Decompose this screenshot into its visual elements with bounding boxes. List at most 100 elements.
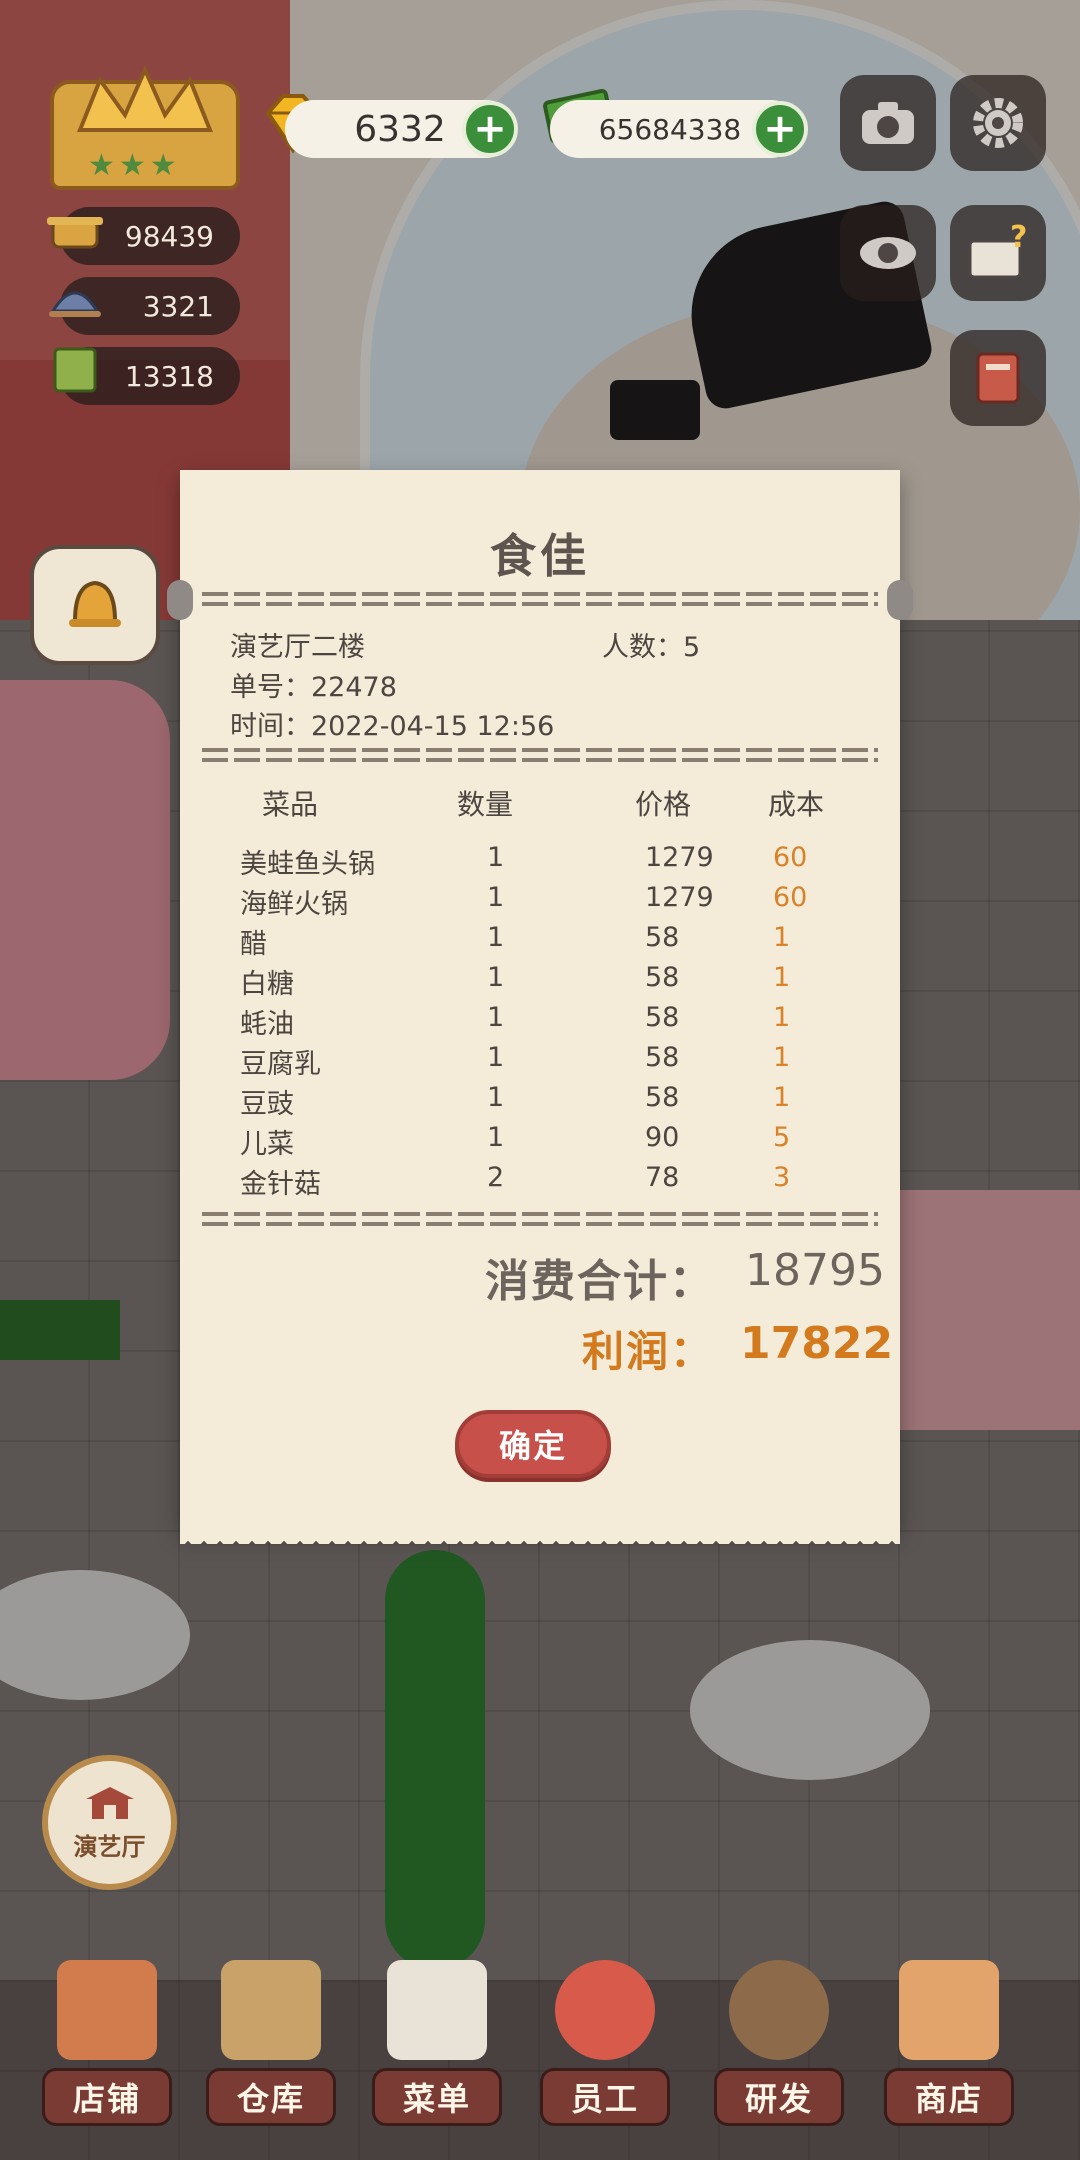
item-cost: 1 (773, 1082, 791, 1113)
receipt-order-no: 单号：22478 (230, 672, 397, 703)
item-dish: 醋 (240, 929, 267, 960)
market-stall-icon (899, 1960, 999, 2060)
confirm-button[interactable]: 确定 (455, 1410, 611, 1478)
receipt-guests: 人数：5 (602, 632, 701, 663)
plus-icon: + (763, 106, 797, 152)
crown-badge-icon[interactable]: ★★★ (40, 60, 250, 190)
item-qty: 1 (487, 1122, 505, 1153)
plus-icon: + (473, 106, 507, 152)
item-dish: 金针菇 (240, 1169, 321, 1200)
item-dish: 蚝油 (240, 1009, 294, 1040)
clipboard-icon (387, 1960, 487, 2060)
item-dish: 白糖 (240, 969, 294, 1000)
bell-icon (69, 580, 121, 627)
eye-icon (860, 237, 916, 269)
item-cost: 60 (773, 842, 808, 873)
svg-text:?: ? (1010, 223, 1027, 255)
profit-value: 17822 (740, 1318, 894, 1369)
settings-button[interactable] (950, 75, 1046, 171)
receipt-location: 演艺厅二楼 (230, 632, 365, 663)
nav-label: 商店 (884, 2068, 1014, 2126)
item-price: 1279 (645, 882, 714, 913)
receipt-notch (167, 580, 193, 620)
item-qty: 2 (487, 1162, 505, 1193)
item-price: 58 (645, 1082, 680, 1113)
receipt-time: 时间：2022-04-15 12:56 (230, 711, 555, 742)
recipe-book-button[interactable] (950, 330, 1046, 426)
item-cost: 60 (773, 882, 808, 913)
item-qty: 1 (487, 962, 505, 993)
profit-label: 利润： (582, 1327, 715, 1376)
add-gems-button[interactable]: + (462, 101, 518, 157)
item-qty: 1 (487, 1082, 505, 1113)
guide-button[interactable]: ? (950, 205, 1046, 301)
item-price: 58 (645, 922, 680, 953)
item-dish: 海鲜火锅 (240, 889, 348, 920)
item-cost: 5 (773, 1122, 791, 1153)
building-icon (85, 1787, 134, 1819)
nav-label: 店铺 (42, 2068, 172, 2126)
item-price: 58 (645, 962, 680, 993)
item-dish: 豆腐乳 (240, 1049, 321, 1080)
column-header-price: 价格 (635, 788, 692, 821)
nav-store-button[interactable]: 商店 (884, 1960, 1014, 2140)
column-header-qty: 数量 (457, 788, 514, 821)
receipt-title: 食佳 (490, 529, 590, 583)
nav-shop-button[interactable]: 店铺 (42, 1960, 172, 2140)
item-qty: 1 (487, 882, 505, 913)
crates-icon (221, 1960, 321, 2060)
item-cost: 1 (773, 962, 791, 993)
camera-icon (862, 102, 914, 144)
item-cost: 1 (773, 1002, 791, 1033)
service-bell-button[interactable] (30, 545, 160, 665)
floor-label: 演艺厅 (73, 1833, 146, 1861)
item-price: 58 (645, 1042, 680, 1073)
item-qty: 1 (487, 1002, 505, 1033)
book-icon (53, 347, 97, 393)
receipt-divider (202, 592, 878, 608)
receipt-dialog: 食佳 演艺厅二楼 人数：5 单号：22478 时间：2022-04-15 12:… (167, 470, 913, 1544)
storefront-icon (57, 1960, 157, 2060)
item-qty: 1 (487, 842, 505, 873)
floor-switch-button[interactable]: 演艺厅 (42, 1755, 177, 1890)
column-header-cost: 成本 (768, 788, 825, 821)
wok-icon (729, 1960, 829, 2060)
cloche-icon (49, 291, 101, 317)
total-label: 消费合计： (485, 1256, 715, 1307)
item-price: 90 (645, 1122, 680, 1153)
stat-book-value: 13318 (124, 359, 214, 393)
item-qty: 1 (487, 922, 505, 953)
stat-pot-value: 98439 (124, 219, 214, 253)
gear-icon (973, 98, 1023, 148)
recipe-book-icon (976, 352, 1020, 404)
item-dish: 美蛙鱼头锅 (240, 849, 375, 880)
staff-avatar-icon (555, 1960, 655, 2060)
pot-icon (47, 217, 103, 249)
receipt-notch (887, 580, 913, 620)
nav-label: 仓库 (206, 2068, 336, 2126)
receipt-divider (202, 748, 878, 764)
nav-label: 研发 (714, 2068, 844, 2126)
item-price: 58 (645, 1002, 680, 1033)
nav-research-button[interactable]: 研发 (714, 1960, 844, 2140)
nav-menu-button[interactable]: 菜单 (372, 1960, 502, 2140)
view-toggle-button[interactable] (840, 205, 936, 301)
item-cost: 1 (773, 922, 791, 953)
guide-book-icon: ? (968, 223, 1027, 279)
item-qty: 1 (487, 1042, 505, 1073)
column-header-dish: 菜品 (262, 788, 319, 821)
item-cost: 1 (773, 1042, 791, 1073)
nav-staff-button[interactable]: 员工 (540, 1960, 670, 2140)
nav-label: 员工 (540, 2068, 670, 2126)
add-cash-button[interactable]: + (752, 101, 808, 157)
nav-label: 菜单 (372, 2068, 502, 2126)
item-dish: 儿菜 (240, 1129, 294, 1160)
item-price: 1279 (645, 842, 714, 873)
item-cost: 3 (773, 1162, 791, 1193)
receipt-divider (202, 1212, 878, 1228)
nav-warehouse-button[interactable]: 仓库 (206, 1960, 336, 2140)
stat-dish-value: 3321 (142, 289, 214, 323)
total-value: 18795 (745, 1245, 885, 1296)
camera-button[interactable] (840, 75, 936, 171)
item-price: 78 (645, 1162, 680, 1193)
